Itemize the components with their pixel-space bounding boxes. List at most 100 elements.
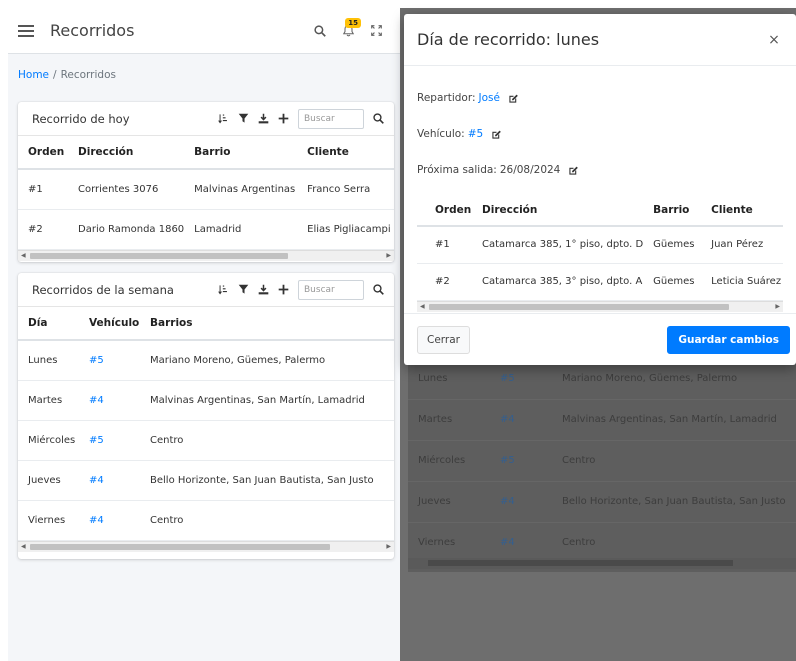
proxima-salida-value: 26/08/2024 xyxy=(499,164,561,176)
sort-icon[interactable] xyxy=(214,281,232,299)
modal-route-table: Orden Dirección Barrio Cliente #1 Catama… xyxy=(417,194,783,301)
table-cell: Lamadrid xyxy=(184,209,298,250)
table-cell: Corrientes 3076 xyxy=(68,169,185,210)
week-search-icon[interactable] xyxy=(368,280,388,300)
vehiculo-link[interactable]: #5 xyxy=(468,128,483,140)
modal-title: Día de recorrido: lunes xyxy=(417,30,600,49)
table-cell: Centro xyxy=(140,500,394,541)
fullscreen-icon[interactable] xyxy=(362,17,390,45)
column-header[interactable]: Orden xyxy=(417,194,472,227)
column-header[interactable]: Barrio xyxy=(643,194,702,227)
today-search-input[interactable] xyxy=(298,108,364,129)
column-header[interactable]: Día xyxy=(18,307,79,341)
table-cell: Martes xyxy=(18,380,79,421)
sort-icon[interactable] xyxy=(214,110,232,128)
scroll-left-arrow-icon[interactable]: ◀ xyxy=(420,303,425,310)
table-cell: Franco Serra xyxy=(297,169,394,210)
table-header-row: Orden Dirección Barrio Cliente xyxy=(417,194,783,227)
scroll-right-arrow-icon[interactable]: ▶ xyxy=(775,303,780,310)
table-row: Viernes #4 Centro xyxy=(408,522,796,564)
weekly-routes-table: Día Vehículo Barrios Lunes #5 Mariano Mo… xyxy=(18,307,394,541)
table-cell: Centro xyxy=(140,420,394,461)
table-row: Jueves #4 Bello Horizonte, San Juan Baut… xyxy=(408,481,796,523)
scrollbar-thumb xyxy=(428,560,733,566)
scrollbar-thumb[interactable] xyxy=(429,303,729,310)
dimmed-weekly-routes-table: Lunes #5 Mariano Moreno, Güemes, Palermo… xyxy=(408,358,796,564)
hamburger-menu-icon[interactable] xyxy=(18,24,34,37)
vehicle-link: #4 xyxy=(500,496,515,507)
search-icon[interactable] xyxy=(306,17,334,45)
edit-vehiculo-icon[interactable] xyxy=(491,129,502,140)
column-header[interactable]: Barrio xyxy=(184,136,298,170)
table-cell: Miércoles xyxy=(18,420,79,461)
download-icon[interactable] xyxy=(254,110,272,128)
notification-badge: 15 xyxy=(345,17,361,28)
table-row[interactable]: #2 Dario Ramonda 1860 Lamadrid Elias Pig… xyxy=(18,209,394,250)
column-header[interactable]: Cliente xyxy=(297,136,394,170)
table-row[interactable]: #1 Catamarca 385, 1° piso, dpto. D Güeme… xyxy=(417,226,783,264)
column-header[interactable]: Barrios xyxy=(140,307,394,341)
column-header[interactable]: Orden xyxy=(18,136,68,170)
vehicle-link[interactable]: #5 xyxy=(89,435,104,446)
scrollbar-thumb[interactable] xyxy=(30,543,330,550)
today-search-icon[interactable] xyxy=(368,109,388,129)
download-icon[interactable] xyxy=(254,281,272,299)
table-row[interactable]: Lunes #5 Mariano Moreno, Güemes, Palermo xyxy=(18,340,394,381)
today-route-card: Recorrido de hoy Orden Dirección xyxy=(18,102,394,262)
repartidor-link[interactable]: José xyxy=(479,92,500,104)
table-cell: #2 xyxy=(417,263,472,301)
scroll-right-arrow-icon[interactable]: ▶ xyxy=(386,543,391,550)
table-cell: #1 xyxy=(417,226,472,264)
week-search-input[interactable] xyxy=(298,279,364,300)
vehicle-link[interactable]: #4 xyxy=(89,395,104,406)
table-cell: Leticia Suárez xyxy=(701,263,783,301)
column-header[interactable]: Cliente xyxy=(701,194,783,227)
dimmed-weekly-routes-card: Lunes #5 Mariano Moreno, Güemes, Palermo… xyxy=(408,358,796,572)
table-row[interactable]: Martes #4 Malvinas Argentinas, San Martí… xyxy=(18,380,394,421)
repartidor-label: Repartidor: xyxy=(417,92,476,104)
scroll-left-arrow-icon[interactable]: ◀ xyxy=(21,252,26,259)
edit-repartidor-icon[interactable] xyxy=(508,93,519,104)
vehicle-link[interactable]: #4 xyxy=(89,475,104,486)
add-icon[interactable] xyxy=(274,110,292,128)
scroll-right-arrow-icon[interactable]: ▶ xyxy=(386,252,391,259)
save-changes-button[interactable]: Guardar cambios xyxy=(667,325,790,354)
column-header[interactable]: Dirección xyxy=(68,136,185,170)
vehicle-link[interactable]: #5 xyxy=(89,355,104,366)
horizontal-scrollbar[interactable]: ◀ ▶ xyxy=(18,249,394,261)
table-row[interactable]: Miércoles #5 Centro xyxy=(18,420,394,461)
table-row[interactable]: #1 Corrientes 3076 Malvinas Argentinas F… xyxy=(18,169,394,210)
route-day-modal: Día de recorrido: lunes × Repartidor: Jo… xyxy=(404,14,796,365)
table-header-row: Día Vehículo Barrios xyxy=(18,307,394,341)
table-cell: Malvinas Argentinas, San Martín, Lamadri… xyxy=(552,399,796,441)
close-icon[interactable]: × xyxy=(765,31,783,49)
table-row: Martes #4 Malvinas Argentinas, San Martí… xyxy=(408,399,796,441)
column-header[interactable]: Vehículo xyxy=(79,307,140,341)
filter-icon[interactable] xyxy=(234,281,252,299)
column-header[interactable]: Dirección xyxy=(472,194,644,227)
vehicle-link: #5 xyxy=(500,455,515,466)
table-cell: Mariano Moreno, Güemes, Palermo xyxy=(140,340,394,381)
vehicle-link: #4 xyxy=(500,414,515,425)
edit-fecha-icon[interactable] xyxy=(568,165,579,176)
vehicle-link[interactable]: #4 xyxy=(89,515,104,526)
table-row[interactable]: Viernes #4 Centro xyxy=(18,500,394,541)
scroll-left-arrow-icon[interactable]: ◀ xyxy=(21,543,26,550)
modal-footer: Cerrar Guardar cambios xyxy=(404,313,796,365)
table-row[interactable]: #2 Catamarca 385, 3° piso, dpto. A Güeme… xyxy=(417,263,783,301)
close-button[interactable]: Cerrar xyxy=(417,325,470,354)
page-header-title: Recorridos xyxy=(50,21,135,40)
horizontal-scrollbar[interactable]: ◀ ▶ xyxy=(18,540,394,552)
scrollbar-thumb[interactable] xyxy=(30,252,288,259)
proxima-salida-label: Próxima salida: xyxy=(417,164,497,176)
add-icon[interactable] xyxy=(274,281,292,299)
notifications-bell-icon[interactable]: 15 xyxy=(334,17,362,45)
table-cell: Jueves xyxy=(408,481,490,523)
breadcrumb-home-link[interactable]: Home xyxy=(18,69,49,81)
today-card-header: Recorrido de hoy xyxy=(18,102,394,136)
filter-icon[interactable] xyxy=(234,110,252,128)
today-card-title: Recorrido de hoy xyxy=(32,111,130,126)
horizontal-scrollbar[interactable]: ◀ ▶ xyxy=(417,300,783,312)
table-row[interactable]: Jueves #4 Bello Horizonte, San Juan Baut… xyxy=(18,460,394,501)
table-cell: Viernes xyxy=(18,500,79,541)
